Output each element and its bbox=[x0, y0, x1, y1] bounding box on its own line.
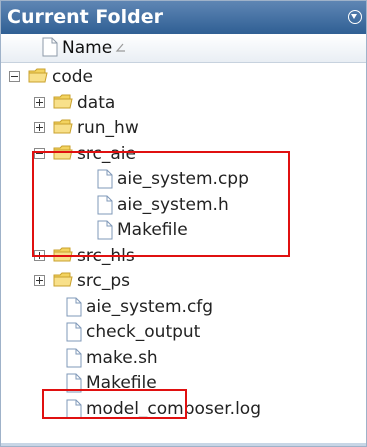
tree-item-label: check_output bbox=[86, 322, 201, 342]
tree-file-row[interactable]: make.sh bbox=[1, 346, 366, 371]
tree-item-label: src_aie bbox=[77, 143, 136, 164]
tree-item-label: run_hw bbox=[77, 118, 139, 138]
tree-item-label: aie_system.cpp bbox=[117, 169, 249, 189]
tree-folder-row[interactable]: src_ps bbox=[1, 269, 366, 294]
current-folder-panel: Current Folder Name code data run_hw src_ai… bbox=[0, 0, 367, 447]
file-icon bbox=[42, 37, 58, 57]
tree-item-label: model_composer.log bbox=[86, 398, 261, 419]
folder-icon bbox=[28, 67, 48, 89]
tree-item-label: Makefile bbox=[86, 373, 157, 393]
tree-file-row[interactable]: aie_system.h bbox=[1, 193, 366, 218]
file-icon bbox=[66, 399, 82, 423]
expand-icon[interactable] bbox=[34, 275, 45, 286]
file-icon bbox=[97, 169, 113, 193]
panel-title: Current Folder bbox=[7, 6, 163, 28]
panel-actions-menu-icon[interactable] bbox=[348, 10, 362, 24]
tree-item-label: src_hls bbox=[77, 245, 135, 266]
expand-icon[interactable] bbox=[34, 122, 45, 133]
column-header[interactable]: Name bbox=[1, 34, 366, 63]
expand-icon[interactable] bbox=[34, 96, 45, 108]
expand-icon[interactable] bbox=[34, 249, 45, 261]
file-icon bbox=[97, 195, 113, 219]
folder-icon bbox=[53, 144, 73, 166]
tree-item-label: make.sh bbox=[86, 347, 158, 368]
tree-file-row[interactable]: check_output bbox=[1, 320, 366, 345]
tree-folder-row[interactable]: data bbox=[1, 91, 366, 116]
collapse-icon[interactable] bbox=[9, 71, 20, 82]
collapse-icon[interactable] bbox=[34, 147, 45, 159]
tree-item-label: Makefile bbox=[117, 220, 188, 240]
tree-folder-row[interactable]: src_aie bbox=[1, 142, 366, 167]
tree-file-row[interactable]: Makefile bbox=[1, 371, 366, 396]
sort-ascending-icon[interactable] bbox=[114, 43, 126, 53]
tree-folder-row[interactable]: src_hls bbox=[1, 244, 366, 269]
status-strip bbox=[1, 443, 366, 446]
folder-icon bbox=[53, 246, 73, 268]
tree-file-row[interactable]: Makefile bbox=[1, 218, 366, 243]
tree-folder-row[interactable]: run_hw bbox=[1, 116, 366, 141]
panel-titlebar: Current Folder bbox=[1, 1, 366, 34]
tree-item-label: aie_system.cfg bbox=[86, 296, 214, 317]
tree-folder-row[interactable]: code bbox=[1, 65, 366, 90]
tree-item-label: src_ps bbox=[77, 271, 130, 291]
file-icon bbox=[66, 348, 82, 372]
tree-item-label: aie_system.h bbox=[117, 194, 229, 215]
name-column-header[interactable]: Name bbox=[62, 38, 112, 58]
tree-item-label: data bbox=[77, 92, 116, 113]
folder-icon bbox=[53, 271, 73, 293]
tree-file-row[interactable]: model_composer.log bbox=[1, 397, 366, 422]
tree-item-label: code bbox=[52, 67, 93, 87]
folder-icon bbox=[53, 118, 73, 140]
file-icon bbox=[66, 297, 82, 321]
file-icon bbox=[66, 373, 82, 397]
file-icon bbox=[66, 322, 82, 346]
tree-file-row[interactable]: aie_system.cpp bbox=[1, 167, 366, 192]
file-icon bbox=[97, 220, 113, 244]
folder-icon bbox=[53, 93, 73, 115]
tree-file-row[interactable]: aie_system.cfg bbox=[1, 295, 366, 320]
